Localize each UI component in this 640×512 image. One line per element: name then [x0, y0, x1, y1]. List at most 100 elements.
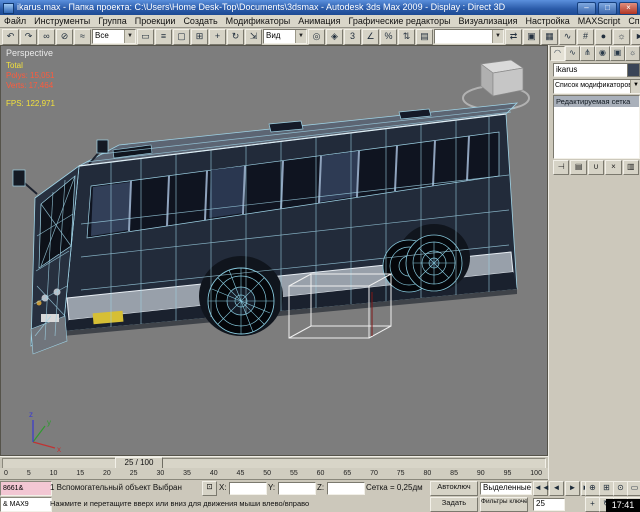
maxscript-mini-listener[interactable]: & MAX9	[0, 497, 52, 512]
set-key-button[interactable]: Задать	[430, 497, 478, 512]
toolbar-icon[interactable]: ∠	[362, 28, 379, 45]
command-panel-tab[interactable]: ◠	[550, 46, 565, 61]
toolbar-icon[interactable]: ☼	[613, 28, 630, 45]
toolbar-icon[interactable]: ∿	[559, 28, 576, 45]
stack-tool-button[interactable]: ▥	[622, 160, 640, 175]
playback-button[interactable]: ◄	[549, 481, 564, 496]
command-panel-tab[interactable]: ∿	[565, 46, 580, 61]
named-selection-set-dropdown[interactable]: ▼	[434, 29, 504, 44]
viewport-statistics: Total Polys: 15,051 Verts: 17,464 FPS: 1…	[6, 61, 55, 109]
track-bar-tick: 75	[396, 470, 405, 477]
toolbar-icon[interactable]: ◈	[326, 28, 343, 45]
3dsmax-window: ikarus.max - Папка проекта: C:\Users\Hom…	[0, 0, 640, 512]
selection-filter-dropdown[interactable]: Все ▼	[92, 29, 136, 44]
viewport-label[interactable]: Perspective	[6, 48, 53, 58]
maxscript-macro-recorder[interactable]: 8661&	[0, 481, 52, 496]
menu-item[interactable]: Файл	[0, 15, 30, 27]
stack-tool-button[interactable]: ▤	[570, 160, 587, 175]
x-coordinate-field[interactable]	[229, 482, 267, 495]
object-name-field[interactable]: ikarus	[553, 63, 629, 77]
command-panel-tab[interactable]: ◉	[595, 46, 610, 61]
playback-button[interactable]: ►	[565, 481, 580, 496]
perspective-viewport[interactable]: x y z Perspective Total Polys: 15,051 Ve…	[0, 45, 548, 456]
track-bar-tick: 70	[370, 470, 378, 477]
toolbar-icon[interactable]: ▤	[416, 28, 433, 45]
toolbar-icon[interactable]: ≈	[74, 28, 91, 45]
viewport-nav-button[interactable]: +	[585, 497, 600, 512]
viewport-nav-button[interactable]: ⊞	[599, 481, 614, 496]
stack-tool-button[interactable]: ∪	[587, 160, 605, 175]
track-bar[interactable]: 0 5 10 15 20 25 30 35 40 45 50 55 60 65 70 75 80 85 90 95 10…	[0, 468, 548, 480]
viewport-nav-button[interactable]: ⊕	[585, 481, 600, 496]
command-panel-tab[interactable]: ⋔	[580, 46, 595, 61]
current-frame-field[interactable]: 25	[533, 498, 565, 511]
z-coordinate-field[interactable]	[327, 482, 365, 495]
auto-key-button[interactable]: Автоключ	[430, 481, 478, 496]
y-coordinate-field[interactable]	[278, 482, 316, 495]
modifier-stack-item[interactable]: Редактируемая сетка	[554, 96, 639, 107]
track-bar-tick: 100	[530, 470, 542, 477]
close-button[interactable]: ×	[619, 2, 638, 15]
toolbar-icon[interactable]: ↻	[227, 28, 244, 45]
toolbar-icon[interactable]: +	[209, 28, 226, 45]
toolbar-icon[interactable]: ◎	[308, 28, 325, 45]
toolbar-icon[interactable]: %	[380, 28, 397, 45]
modifier-stack[interactable]: Редактируемая сетка	[553, 95, 640, 159]
menu-item[interactable]: Настройка	[521, 15, 573, 27]
toolbar-icon[interactable]: ⇲	[245, 28, 262, 45]
menu-item[interactable]: Модификаторы	[222, 15, 295, 27]
playback-button[interactable]: ◄◄	[533, 481, 550, 496]
toolbar-icon[interactable]: ≡	[155, 28, 172, 45]
menu-item[interactable]: Группа	[94, 15, 131, 27]
toolbar-icon[interactable]: #	[577, 28, 594, 45]
menu-item[interactable]: Графические редакторы	[344, 15, 454, 27]
viewport-nav-button[interactable]: ▭	[627, 481, 640, 496]
stack-tool-button[interactable]: ⊣	[553, 160, 570, 175]
toolbar-icon[interactable]: ▢	[173, 28, 190, 45]
clock-overlay: 17:41	[606, 499, 640, 512]
menu-item[interactable]: Проекции	[131, 15, 180, 27]
toolbar-icon[interactable]: ▣	[523, 28, 540, 45]
toolbar-icon[interactable]: ∞	[38, 28, 55, 45]
menu-item[interactable]: Справка	[624, 15, 640, 27]
menu-item[interactable]: Визуализация	[455, 15, 522, 27]
selection-lock-icon[interactable]: ⊡	[202, 481, 217, 496]
viewcube[interactable]	[462, 59, 530, 111]
menu-item[interactable]: MAXScript	[574, 15, 625, 27]
menu-item[interactable]: Анимация	[294, 15, 344, 27]
menu-item[interactable]: Инструменты	[30, 15, 94, 27]
track-bar-tick: 20	[103, 470, 111, 477]
toolbar-icon[interactable]: ⇅	[398, 28, 415, 45]
command-panel-tab[interactable]: ☼	[625, 46, 640, 61]
maximize-button[interactable]: □	[598, 2, 617, 15]
toolbar-icon[interactable]: ↶	[2, 28, 19, 45]
toolbar-icon[interactable]: ⊘	[56, 28, 73, 45]
track-bar-tick: 25	[129, 470, 138, 477]
toolbar-icon[interactable]: ●	[595, 28, 612, 45]
x-label: X:	[219, 483, 227, 492]
track-bar-tick: 10	[49, 470, 58, 477]
object-color-swatch[interactable]	[627, 63, 640, 77]
chevron-down-icon: ▼	[630, 80, 640, 93]
command-panel-tab[interactable]: ▣	[610, 46, 625, 61]
toolbar-icon[interactable]: ⊞	[191, 28, 208, 45]
toolbar-icon[interactable]: ▦	[541, 28, 558, 45]
viewport-nav-button[interactable]: ⊙	[613, 481, 628, 496]
stack-tool-button[interactable]: ×	[605, 160, 622, 175]
y-label: Y:	[268, 483, 276, 492]
toolbar-icon[interactable]: ►	[631, 28, 640, 45]
coord-system-dropdown[interactable]: Вид ▼	[263, 29, 307, 44]
menu-item[interactable]: Создать	[179, 15, 221, 27]
toolbar-icon[interactable]: ⇄	[505, 28, 522, 45]
svg-text:y: y	[47, 418, 51, 427]
viewport-canvas[interactable]: x y z	[1, 46, 547, 455]
key-selected-dropdown[interactable]: Выделенные	[480, 482, 532, 495]
key-filters-button[interactable]: Фильтры ключей...	[480, 497, 528, 512]
toolbar-icon[interactable]: 3	[344, 28, 361, 45]
toolbar-icon[interactable]: ▭	[137, 28, 154, 45]
minimize-button[interactable]: –	[577, 2, 596, 15]
modifier-list-dropdown[interactable]: Список модификаторов ▼	[553, 79, 640, 94]
toolbar-icon[interactable]: ↷	[20, 28, 37, 45]
bus-model[interactable]	[12, 102, 519, 355]
title-bar[interactable]: ikarus.max - Папка проекта: C:\Users\Hom…	[0, 0, 640, 15]
